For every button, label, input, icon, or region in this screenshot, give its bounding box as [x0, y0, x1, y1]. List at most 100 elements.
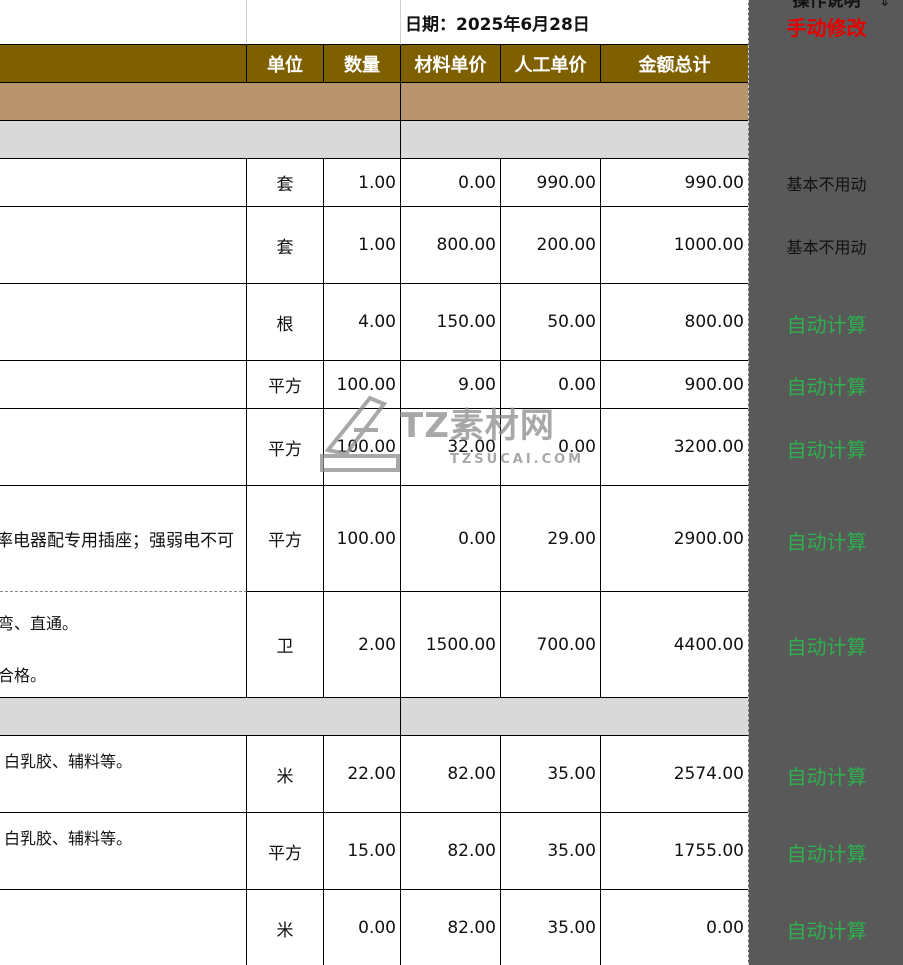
unit-cell[interactable]: 根 — [247, 284, 324, 361]
description-cell[interactable]: 白乳胶、辅料等。 — [0, 813, 247, 890]
total-cell[interactable]: 900.00 — [601, 361, 748, 409]
subsection-cell-right[interactable] — [401, 121, 748, 159]
unit-cell[interactable]: 平方 — [247, 813, 324, 890]
cell-blank-a[interactable] — [0, 0, 247, 45]
unit-cell[interactable]: 卫 — [247, 592, 324, 698]
qty-cell[interactable]: 100.00 — [324, 409, 401, 486]
description-cell[interactable] — [0, 890, 247, 965]
labor-price-cell[interactable]: 200.00 — [501, 207, 601, 284]
description-text: 率电器配专用插座；强弱电不可 — [0, 531, 234, 551]
row-note: 自动计算 — [786, 919, 867, 943]
table-row: 套 1.00 0.00 990.00 990.00 — [0, 159, 748, 207]
material-price-cell[interactable]: 9.00 — [401, 361, 501, 409]
material-price-cell[interactable]: 82.00 — [401, 890, 501, 965]
table-row: 米 0.00 82.00 35.00 0.00 — [0, 890, 748, 965]
table-row: 平方 100.00 9.00 0.00 900.00 — [0, 361, 748, 409]
material-price-cell[interactable]: 0.00 — [401, 159, 501, 207]
unit-cell[interactable]: 米 — [247, 736, 324, 813]
table-row: 白乳胶、辅料等。 平方 15.00 82.00 35.00 1755.00 — [0, 813, 748, 890]
header-labor-price[interactable]: 人工单价 — [501, 45, 601, 83]
table-row: 率电器配专用插座；强弱电不可 平方 100.00 0.00 29.00 2900… — [0, 486, 748, 592]
unit-cell[interactable]: 平方 — [247, 361, 324, 409]
header-description[interactable] — [0, 45, 247, 83]
subsection-row — [0, 698, 748, 736]
row-note: 基本不用动 — [786, 175, 867, 194]
unit-cell[interactable]: 平方 — [247, 409, 324, 486]
header-total[interactable]: 金额总计 — [601, 45, 748, 83]
row-note: 自动计算 — [786, 375, 867, 399]
table-row: 根 4.00 150.00 50.00 800.00 — [0, 284, 748, 361]
header-unit[interactable]: 单位 — [247, 45, 324, 83]
labor-price-cell[interactable]: 35.00 — [501, 736, 601, 813]
description-cell[interactable] — [0, 409, 247, 486]
subsection-cell-left[interactable] — [0, 698, 401, 736]
unit-cell[interactable]: 套 — [247, 207, 324, 284]
subsection-cell-right[interactable] — [401, 698, 748, 736]
total-cell[interactable]: 0.00 — [601, 890, 748, 965]
spreadsheet: 日期：2025年6月28日 单位 数量 材料单价 人工单价 金额总计 套 1.0… — [0, 0, 748, 965]
manual-edit-label: 手动修改 — [786, 16, 867, 40]
labor-price-cell[interactable]: 990.00 — [501, 159, 601, 207]
header-qty[interactable]: 数量 — [324, 45, 401, 83]
description-cell[interactable]: 弯、直通。 合格。 — [0, 592, 247, 698]
description-text: 合格。 — [0, 665, 47, 685]
total-cell[interactable]: 2900.00 — [601, 486, 748, 592]
total-cell[interactable]: 4400.00 — [601, 592, 748, 698]
qty-cell[interactable]: 2.00 — [324, 592, 401, 698]
table-header: 单位 数量 材料单价 人工单价 金额总计 — [0, 45, 748, 83]
material-price-cell[interactable]: 32.00 — [401, 409, 501, 486]
qty-cell[interactable]: 100.00 — [324, 486, 401, 592]
date-label: 日期：2025年6月28日 — [405, 14, 590, 35]
total-cell[interactable]: 1755.00 — [601, 813, 748, 890]
section-cell-left[interactable] — [0, 83, 401, 121]
side-panel: 操作说明 ⇕ 手动修改 基本不用动 基本不用动 自动计算 自动计算 自动计算 自… — [748, 0, 903, 965]
labor-price-cell[interactable]: 29.00 — [501, 486, 601, 592]
header-material-price[interactable]: 材料单价 — [401, 45, 501, 83]
cell-blank-b[interactable] — [247, 0, 401, 45]
description-cell[interactable]: 率电器配专用插座；强弱电不可 — [0, 486, 247, 592]
row-note: 自动计算 — [786, 530, 867, 554]
labor-price-cell[interactable]: 0.00 — [501, 409, 601, 486]
material-price-cell[interactable]: 800.00 — [401, 207, 501, 284]
description-cell[interactable]: 白乳胶、辅料等。 — [0, 736, 247, 813]
labor-price-cell[interactable]: 50.00 — [501, 284, 601, 361]
labor-price-cell[interactable]: 700.00 — [501, 592, 601, 698]
section-cell-right[interactable] — [401, 83, 748, 121]
qty-cell[interactable]: 4.00 — [324, 284, 401, 361]
description-cell[interactable] — [0, 159, 247, 207]
table-row: 白乳胶、辅料等。 米 22.00 82.00 35.00 2574.00 — [0, 736, 748, 813]
row-note: 自动计算 — [786, 635, 867, 659]
material-price-cell[interactable]: 150.00 — [401, 284, 501, 361]
description-text: 弯、直通。 — [0, 613, 79, 633]
total-cell[interactable]: 800.00 — [601, 284, 748, 361]
qty-cell[interactable]: 100.00 — [324, 361, 401, 409]
labor-price-cell[interactable]: 0.00 — [501, 361, 601, 409]
total-cell[interactable]: 2574.00 — [601, 736, 748, 813]
qty-cell[interactable]: 0.00 — [324, 890, 401, 965]
description-cell[interactable] — [0, 207, 247, 284]
description-cell[interactable] — [0, 361, 247, 409]
row-note: 自动计算 — [786, 313, 867, 337]
description-cell[interactable] — [0, 284, 247, 361]
total-cell[interactable]: 990.00 — [601, 159, 748, 207]
subsection-row — [0, 121, 748, 159]
labor-price-cell[interactable]: 35.00 — [501, 813, 601, 890]
description-text: 白乳胶、辅料等。 — [4, 829, 133, 848]
unit-cell[interactable]: 平方 — [247, 486, 324, 592]
subsection-cell-left[interactable] — [0, 121, 401, 159]
total-cell[interactable]: 3200.00 — [601, 409, 748, 486]
material-price-cell[interactable]: 1500.00 — [401, 592, 501, 698]
qty-cell[interactable]: 15.00 — [324, 813, 401, 890]
labor-price-cell[interactable]: 35.00 — [501, 890, 601, 965]
qty-cell[interactable]: 1.00 — [324, 207, 401, 284]
unit-cell[interactable]: 套 — [247, 159, 324, 207]
material-price-cell[interactable]: 0.00 — [401, 486, 501, 592]
qty-cell[interactable]: 22.00 — [324, 736, 401, 813]
table-row: 弯、直通。 合格。 卫 2.00 1500.00 700.00 4400.00 — [0, 592, 748, 698]
date-cell[interactable]: 日期：2025年6月28日 — [401, 0, 748, 45]
material-price-cell[interactable]: 82.00 — [401, 813, 501, 890]
unit-cell[interactable]: 米 — [247, 890, 324, 965]
qty-cell[interactable]: 1.00 — [324, 159, 401, 207]
total-cell[interactable]: 1000.00 — [601, 207, 748, 284]
material-price-cell[interactable]: 82.00 — [401, 736, 501, 813]
